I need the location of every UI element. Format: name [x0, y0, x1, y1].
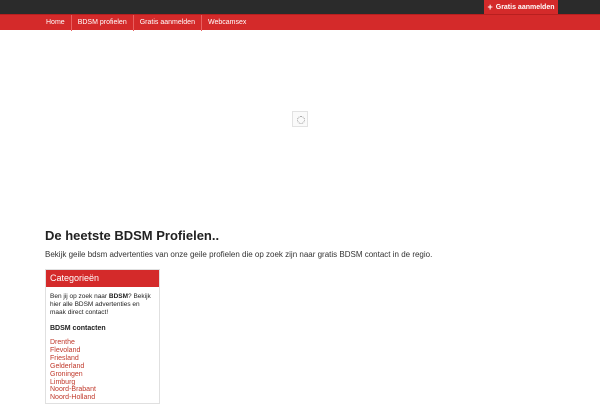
desc-text-bold: BDSM	[108, 293, 129, 300]
categories-subheading: BDSM contacten	[50, 325, 106, 332]
main-nav: Home BDSM profielen Gratis aanmelden Web…	[40, 15, 252, 31]
categories-panel: Categorieën Ben jij op zoek naar BDSM? B…	[45, 269, 160, 404]
province-link-flevoland[interactable]: Flevoland	[50, 347, 155, 355]
desc-text-before: Ben jij op zoek naar	[50, 293, 109, 300]
nav-item-webcamsex[interactable]: Webcamsex	[202, 15, 252, 31]
page-title: De heetste BDSM Profielen..	[45, 228, 220, 243]
province-link-groningen[interactable]: Groningen	[50, 371, 155, 379]
loading-spinner	[292, 111, 308, 127]
categories-title: Categorieën	[46, 270, 159, 287]
main-navbar: Home BDSM profielen Gratis aanmelden Web…	[0, 14, 600, 31]
intro-text: Bekijk geile bdsm advertenties van onze …	[45, 250, 433, 259]
province-link-drenthe[interactable]: Drenthe	[50, 339, 155, 347]
spinner-icon	[297, 116, 305, 124]
province-link-noord-brabant[interactable]: Noord-Brabant	[50, 386, 155, 394]
nav-item-home[interactable]: Home	[40, 15, 72, 31]
province-list: Drenthe Flevoland Friesland Gelderland G…	[46, 332, 159, 402]
categories-description: Ben jij op zoek naar BDSM? Bekijk hier a…	[46, 287, 159, 317]
signup-top-label: Gratis aanmelden	[495, 3, 555, 11]
plus-icon: +	[487, 1, 493, 12]
province-link-noord-holland[interactable]: Noord-Holland	[50, 394, 155, 402]
province-link-limburg[interactable]: Limburg	[50, 379, 155, 387]
nav-item-gratis-aanmelden[interactable]: Gratis aanmelden	[134, 15, 202, 31]
province-link-gelderland[interactable]: Gelderland	[50, 363, 155, 371]
signup-top-button[interactable]: + Gratis aanmelden	[484, 0, 558, 14]
nav-item-bdsm-profielen[interactable]: BDSM profielen	[72, 15, 134, 31]
province-link-friesland[interactable]: Friesland	[50, 355, 155, 363]
